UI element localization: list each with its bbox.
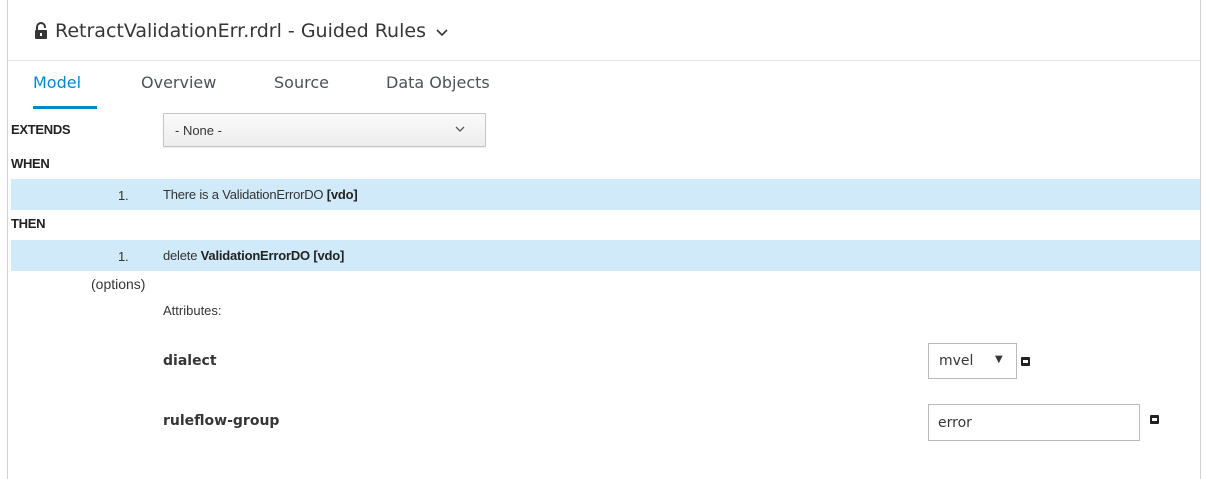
extends-select-value: - None - bbox=[175, 123, 222, 138]
remove-attribute-icon[interactable] bbox=[1021, 357, 1030, 366]
tab-source[interactable]: Source bbox=[274, 73, 329, 109]
options-label: (options) bbox=[91, 276, 146, 292]
when-condition-row[interactable]: 1. There is a ValidationErrorDO [vdo] bbox=[11, 179, 1200, 210]
dropdown-arrow-icon: ▼ bbox=[995, 354, 1003, 365]
extends-select[interactable]: - None - bbox=[163, 113, 486, 147]
condition-binding: [vdo] bbox=[326, 187, 358, 202]
action-text: delete ValidationErrorDO [vdo] bbox=[163, 248, 344, 263]
condition-text: There is a ValidationErrorDO [vdo] bbox=[163, 187, 358, 202]
condition-pattern: There is a ValidationErrorDO bbox=[163, 187, 324, 202]
ruleflow-group-input[interactable] bbox=[928, 404, 1140, 441]
action-verb: delete bbox=[163, 248, 198, 263]
lock-icon bbox=[33, 22, 49, 40]
then-action-row[interactable]: 1. delete ValidationErrorDO [vdo] bbox=[11, 240, 1200, 271]
remove-attribute-icon[interactable] bbox=[1150, 415, 1159, 424]
dialect-select-value: mvel bbox=[939, 353, 974, 369]
tab-overview[interactable]: Overview bbox=[141, 73, 216, 109]
editor-title-menu[interactable]: RetractValidationErr.rdrl - Guided Rules bbox=[33, 17, 448, 45]
action-number: 1. bbox=[118, 249, 129, 264]
dialect-select[interactable]: mvel ▼ bbox=[928, 343, 1017, 379]
when-label: WHEN bbox=[11, 156, 50, 171]
attributes-label: Attributes: bbox=[163, 303, 222, 318]
page-title: RetractValidationErr.rdrl - Guided Rules bbox=[55, 20, 426, 42]
dialect-label: dialect bbox=[163, 353, 217, 369]
tab-model[interactable]: Model bbox=[33, 73, 97, 109]
editor-tabs: Model Overview Source Data Objects bbox=[8, 60, 1200, 110]
extends-label: EXTENDS bbox=[11, 122, 71, 137]
ruleflow-group-label: ruleflow-group bbox=[163, 413, 280, 429]
guided-rule-editor: RetractValidationErr.rdrl - Guided Rules… bbox=[7, 0, 1201, 479]
chevron-down-icon bbox=[455, 122, 465, 136]
tab-data-objects[interactable]: Data Objects bbox=[386, 73, 490, 109]
then-label: THEN bbox=[11, 216, 46, 231]
action-target: ValidationErrorDO [vdo] bbox=[200, 248, 345, 263]
chevron-down-icon[interactable] bbox=[436, 25, 448, 41]
editor-title-bar: RetractValidationErr.rdrl - Guided Rules bbox=[8, 0, 1200, 61]
condition-number: 1. bbox=[118, 188, 129, 203]
